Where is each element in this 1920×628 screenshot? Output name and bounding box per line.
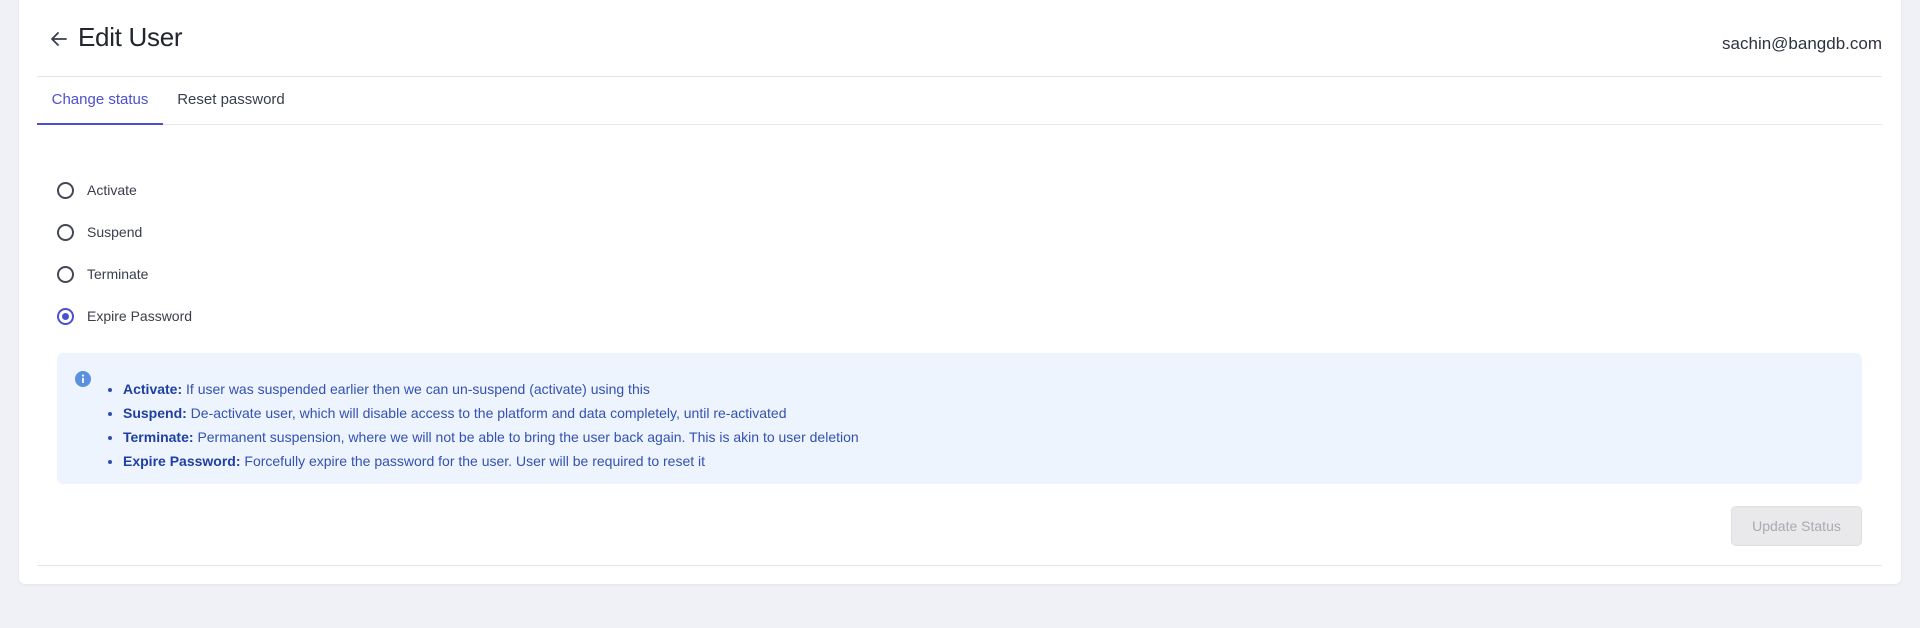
update-status-button[interactable]: Update Status bbox=[1731, 506, 1862, 546]
radio-label: Activate bbox=[87, 182, 137, 198]
arrow-left-icon bbox=[51, 32, 67, 46]
info-term: Expire Password: bbox=[123, 453, 241, 469]
info-text: Permanent suspension, where we will not … bbox=[197, 429, 859, 445]
tab-reset-password[interactable]: Reset password bbox=[163, 77, 299, 123]
radio-label: Expire Password bbox=[87, 308, 193, 324]
edit-user-card: Edit User sachin@bangdb.com Change statu… bbox=[19, 0, 1901, 584]
info-item-terminate: Terminate: Permanent suspension, where w… bbox=[123, 425, 859, 449]
radio-button[interactable] bbox=[57, 265, 74, 283]
page-header: Edit User sachin@bangdb.com bbox=[37, 0, 1882, 77]
tab-bar: Change status Reset password bbox=[37, 77, 1882, 125]
radio-button-selected[interactable] bbox=[57, 307, 74, 325]
divider bbox=[37, 565, 1882, 566]
info-text: De-activate user, which will disable acc… bbox=[190, 405, 787, 421]
radio-option-activate[interactable]: Activate bbox=[57, 178, 137, 202]
page-title: Edit User bbox=[78, 22, 183, 52]
info-term: Terminate: bbox=[123, 429, 194, 445]
radio-option-terminate[interactable]: Terminate bbox=[57, 262, 148, 286]
radio-button[interactable] bbox=[57, 181, 74, 199]
radio-button[interactable] bbox=[57, 223, 74, 241]
info-item-activate: Activate: If user was suspended earlier … bbox=[123, 377, 859, 401]
info-term: Activate: bbox=[123, 381, 183, 397]
info-callout: Activate: If user was suspended earlier … bbox=[57, 353, 1862, 484]
info-item-suspend: Suspend: De-activate user, which will di… bbox=[123, 401, 859, 425]
info-text: Forcefully expire the password for the u… bbox=[244, 453, 706, 469]
radio-label: Terminate bbox=[87, 266, 149, 282]
info-circle-icon bbox=[75, 371, 91, 387]
info-list: Activate: If user was suspended earlier … bbox=[107, 377, 859, 473]
info-term: Suspend: bbox=[123, 405, 187, 421]
info-text: If user was suspended earlier then we ca… bbox=[186, 381, 650, 397]
tab-change-status[interactable]: Change status bbox=[37, 77, 163, 125]
user-email: sachin@bangdb.com bbox=[1722, 34, 1882, 53]
radio-option-suspend[interactable]: Suspend bbox=[57, 220, 142, 244]
radio-option-expire-password[interactable]: Expire Password bbox=[57, 304, 192, 328]
info-item-expire-password: Expire Password: Forcefully expire the p… bbox=[123, 449, 859, 473]
back-button[interactable] bbox=[47, 27, 71, 51]
radio-label: Suspend bbox=[87, 224, 143, 240]
